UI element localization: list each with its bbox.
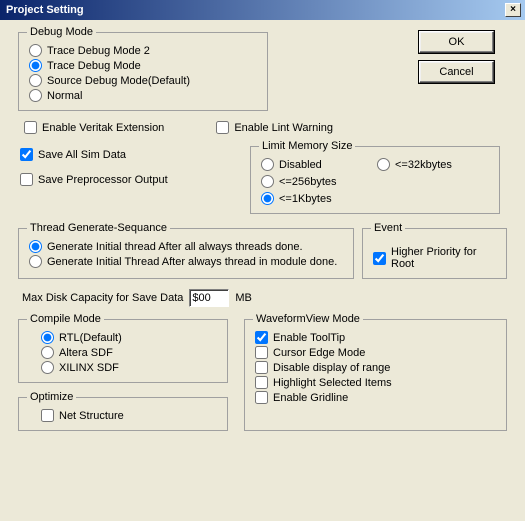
label-highlight-selected: Highlight Selected Items bbox=[273, 377, 392, 389]
limit-memory-group: Limit Memory Size Disabled <=32kbytes <=… bbox=[250, 140, 500, 214]
thread-generate-group: Thread Generate-Sequance Generate Initia… bbox=[18, 222, 354, 279]
debug-mode-legend: Debug Mode bbox=[27, 26, 96, 38]
label-save-all-sim: Save All Sim Data bbox=[38, 149, 126, 161]
check-highlight-selected[interactable] bbox=[255, 376, 268, 389]
radio-tge-all-always[interactable] bbox=[29, 240, 42, 253]
label-trace-debug: Trace Debug Mode bbox=[47, 60, 141, 72]
radio-altera[interactable] bbox=[41, 346, 54, 359]
label-tge-all-always: Generate Initial thread After all always… bbox=[47, 241, 303, 253]
radio-trace-debug-2[interactable] bbox=[29, 44, 42, 57]
limit-memory-legend: Limit Memory Size bbox=[259, 140, 355, 152]
label-mem-256: <=256bytes bbox=[279, 176, 337, 188]
max-disk-label: Max Disk Capacity for Save Data bbox=[22, 292, 183, 304]
cancel-button[interactable]: Cancel bbox=[419, 61, 494, 83]
check-enable-gridline[interactable] bbox=[255, 391, 268, 404]
radio-mem-32k[interactable] bbox=[377, 158, 390, 171]
label-net-structure: Net Structure bbox=[59, 410, 124, 422]
label-higher-priority: Higher Priority for Root bbox=[391, 246, 498, 270]
event-group: Event Higher Priority for Root bbox=[362, 222, 507, 279]
radio-normal[interactable] bbox=[29, 89, 42, 102]
max-disk-input[interactable] bbox=[189, 289, 229, 307]
radio-source-debug[interactable] bbox=[29, 74, 42, 87]
radio-mem-disabled[interactable] bbox=[261, 158, 274, 171]
label-enable-gridline: Enable Gridline bbox=[273, 392, 348, 404]
label-source-debug: Source Debug Mode(Default) bbox=[47, 75, 190, 87]
label-xilinx: XILINX SDF bbox=[59, 362, 119, 374]
thread-generate-legend: Thread Generate-Sequance bbox=[27, 222, 170, 234]
max-disk-unit: MB bbox=[235, 292, 252, 304]
ok-button[interactable]: OK bbox=[419, 31, 494, 53]
event-legend: Event bbox=[371, 222, 405, 234]
titlebar: Project Setting × bbox=[0, 0, 525, 20]
close-icon[interactable]: × bbox=[505, 3, 521, 17]
label-enable-tooltip: Enable ToolTip bbox=[273, 332, 345, 344]
optimize-legend: Optimize bbox=[27, 391, 76, 403]
dialog-content: OK Cancel Debug Mode Trace Debug Mode 2 … bbox=[0, 20, 525, 441]
check-enable-lint[interactable] bbox=[216, 121, 229, 134]
waveform-group: WaveformView Mode Enable ToolTip Cursor … bbox=[244, 313, 507, 431]
label-mem-1k: <=1Kbytes bbox=[279, 193, 332, 205]
check-enable-tooltip[interactable] bbox=[255, 331, 268, 344]
label-enable-veritak: Enable Veritak Extension bbox=[42, 122, 164, 134]
check-higher-priority[interactable] bbox=[373, 252, 386, 265]
label-enable-lint: Enable Lint Warning bbox=[234, 122, 333, 134]
radio-tge-module[interactable] bbox=[29, 255, 42, 268]
radio-xilinx[interactable] bbox=[41, 361, 54, 374]
check-disable-range[interactable] bbox=[255, 361, 268, 374]
debug-mode-group: Debug Mode Trace Debug Mode 2 Trace Debu… bbox=[18, 26, 268, 111]
label-tge-module: Generate Initial Thread After always thr… bbox=[47, 256, 337, 268]
label-cursor-edge: Cursor Edge Mode bbox=[273, 347, 365, 359]
check-save-all-sim[interactable] bbox=[20, 148, 33, 161]
label-normal: Normal bbox=[47, 90, 82, 102]
check-enable-veritak[interactable] bbox=[24, 121, 37, 134]
check-net-structure[interactable] bbox=[41, 409, 54, 422]
compile-mode-group: Compile Mode RTL(Default) Altera SDF XIL… bbox=[18, 313, 228, 383]
optimize-group: Optimize Net Structure bbox=[18, 391, 228, 431]
radio-mem-256[interactable] bbox=[261, 175, 274, 188]
compile-mode-legend: Compile Mode bbox=[27, 313, 104, 325]
label-altera: Altera SDF bbox=[59, 347, 113, 359]
label-trace-debug-2: Trace Debug Mode 2 bbox=[47, 45, 150, 57]
check-cursor-edge[interactable] bbox=[255, 346, 268, 359]
label-rtl: RTL(Default) bbox=[59, 332, 122, 344]
radio-rtl[interactable] bbox=[41, 331, 54, 344]
radio-mem-1k[interactable] bbox=[261, 192, 274, 205]
window-title: Project Setting bbox=[6, 4, 84, 16]
label-disable-range: Disable display of range bbox=[273, 362, 390, 374]
label-mem-disabled: Disabled bbox=[279, 159, 322, 171]
radio-trace-debug[interactable] bbox=[29, 59, 42, 72]
label-save-preproc: Save Preprocessor Output bbox=[38, 174, 168, 186]
check-save-preproc[interactable] bbox=[20, 173, 33, 186]
waveform-legend: WaveformView Mode bbox=[253, 313, 363, 325]
label-mem-32k: <=32kbytes bbox=[395, 159, 452, 171]
